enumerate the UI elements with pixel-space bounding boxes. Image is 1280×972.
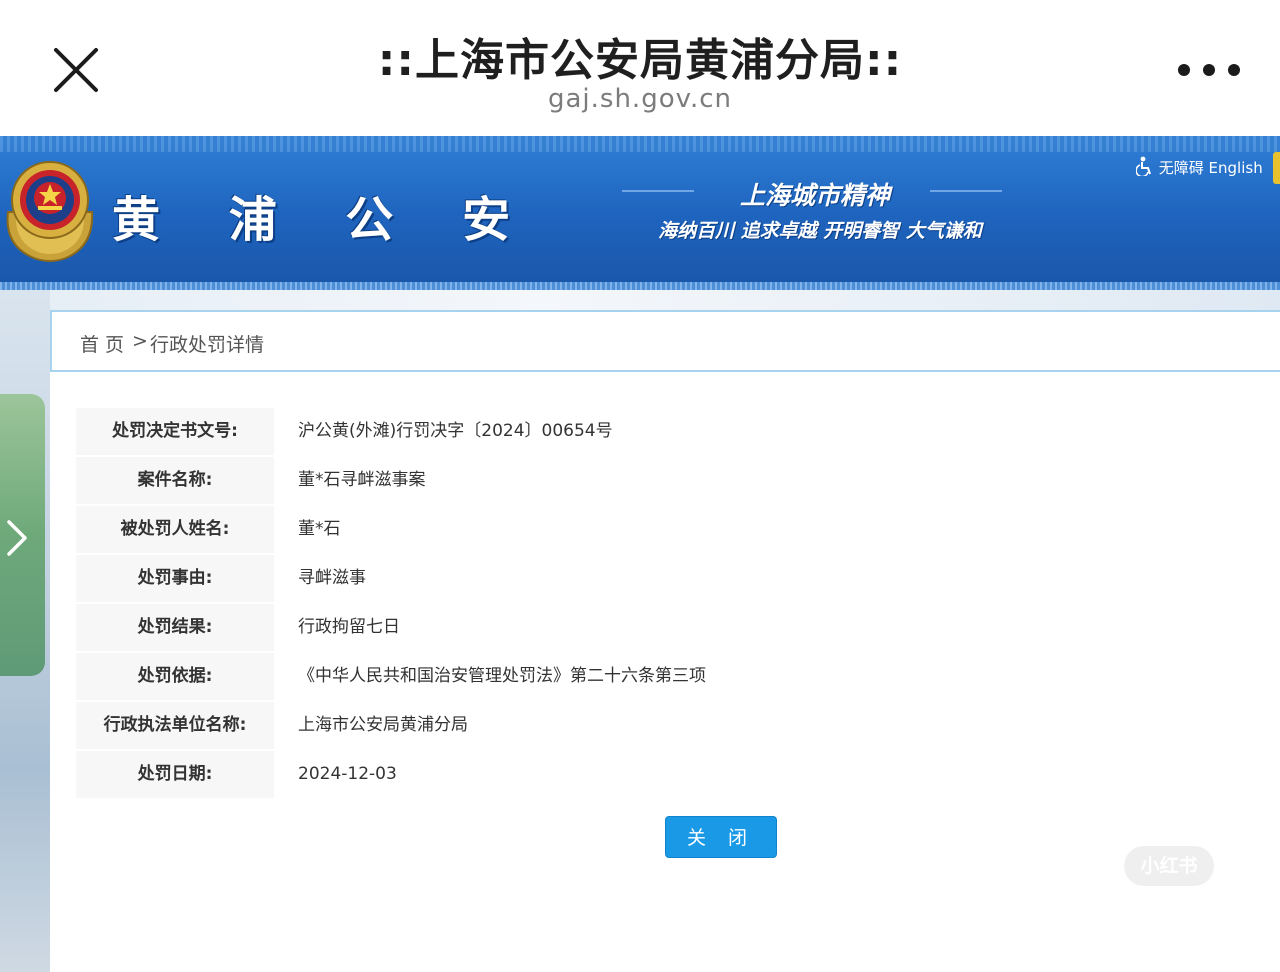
- city-spirit-subtitle: 海纳百川 追求卓越 开明睿智 大气谦和: [658, 220, 982, 242]
- accessibility-link[interactable]: 无障碍 English: [1135, 156, 1263, 178]
- detail-row-decision-number: 处罚决定书文号: 沪公黄(外滩)行罚决字〔2024〕00654号: [76, 408, 1280, 457]
- detail-row-result: 处罚结果: 行政拘留七日: [76, 604, 1280, 653]
- row-value: 董*石: [298, 519, 341, 539]
- row-value: 上海市公安局黄浦分局: [298, 715, 468, 735]
- page-url: gaj.sh.gov.cn: [547, 84, 733, 114]
- yellow-edge-tab: [1273, 152, 1280, 184]
- detail-row-date: 处罚日期: 2024-12-03: [76, 751, 1280, 800]
- detail-row-reason: 处罚事由: 寻衅滋事: [76, 555, 1280, 604]
- close-button[interactable]: 关 闭: [665, 816, 777, 858]
- more-icon[interactable]: [1178, 62, 1240, 78]
- chevron-right-icon: [7, 520, 27, 556]
- detail-row-agency: 行政执法单位名称: 上海市公安局黄浦分局: [76, 702, 1280, 751]
- row-label: 被处罚人姓名:: [76, 506, 274, 553]
- row-value: 沪公黄(外滩)行罚决字〔2024〕00654号: [298, 421, 613, 441]
- row-label: 处罚依据:: [76, 653, 274, 700]
- row-value: 2024-12-03: [298, 764, 397, 784]
- divider-line-right: [930, 190, 1002, 192]
- row-label: 处罚决定书文号:: [76, 408, 274, 455]
- breadcrumb: 首 页 > 行政处罚详情: [50, 310, 1280, 372]
- detail-row-case-name: 案件名称: 董*石寻衅滋事案: [76, 457, 1280, 506]
- row-label: 案件名称:: [76, 457, 274, 504]
- row-value: 行政拘留七日: [298, 617, 400, 637]
- detail-row-legal-basis: 处罚依据: 《中华人民共和国治安管理处罚法》第二十六条第三项: [76, 653, 1280, 702]
- row-label: 处罚结果:: [76, 604, 274, 651]
- row-label: 处罚事由:: [76, 555, 274, 602]
- row-value: 董*石寻衅滋事案: [298, 470, 426, 490]
- row-label: 行政执法单位名称:: [76, 702, 274, 749]
- wheelchair-icon: [1135, 156, 1151, 178]
- side-expand-tab[interactable]: [0, 394, 45, 676]
- page-title: ::上海市公安局黄浦分局::: [377, 35, 903, 86]
- background-band: [50, 290, 1280, 310]
- accessibility-label: 无障碍 English: [1158, 159, 1263, 177]
- row-label: 处罚日期:: [76, 751, 274, 798]
- breadcrumb-home[interactable]: 首 页: [80, 330, 124, 357]
- detail-row-person-name: 被处罚人姓名: 董*石: [76, 506, 1280, 555]
- banner-bottom-stripe: [0, 282, 1280, 290]
- banner-stripe: [0, 136, 1280, 152]
- browser-top-bar: ::上海市公安局黄浦分局:: gaj.sh.gov.cn: [0, 0, 1280, 136]
- site-brand[interactable]: 黄 浦 公 安: [112, 180, 536, 250]
- city-spirit-title: 上海城市精神: [739, 181, 890, 210]
- row-value: 《中华人民共和国治安管理处罚法》第二十六条第三项: [298, 666, 706, 686]
- divider-line-left: [622, 190, 694, 192]
- police-emblem-icon[interactable]: [0, 154, 100, 264]
- breadcrumb-current: 行政处罚详情: [150, 334, 265, 356]
- breadcrumb-separator: >: [132, 330, 148, 352]
- watermark-logo: 小红书: [1124, 846, 1214, 886]
- row-value: 寻衅滋事: [298, 568, 366, 588]
